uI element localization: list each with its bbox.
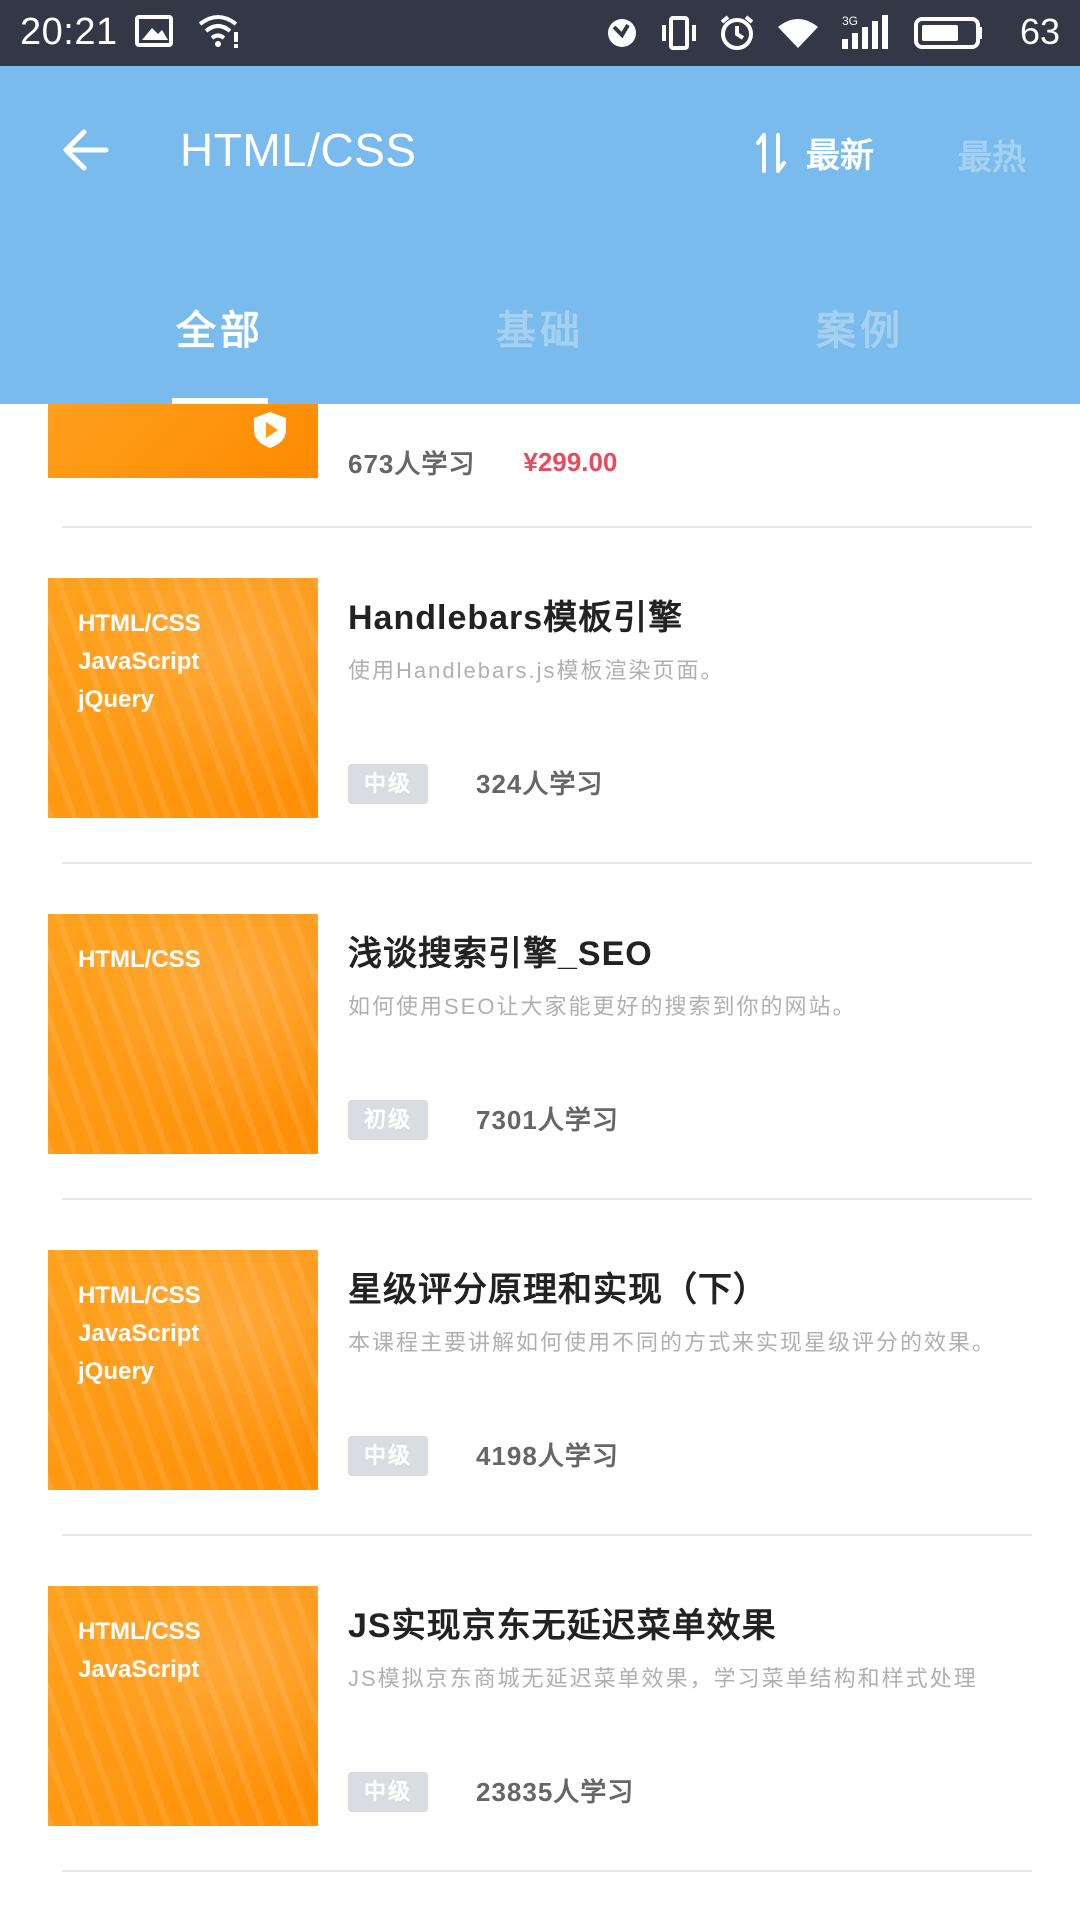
tab-bar: 全部 基础 案例 <box>0 276 1080 404</box>
thumbnail-tag: HTML/CSS <box>78 610 201 637</box>
course-thumbnail: HTML/CSS JavaScript jQuery <box>48 1250 318 1490</box>
course-title: 星级评分原理和实现（下） <box>348 1271 768 1309</box>
sort-newest-label: 最新 <box>806 137 874 175</box>
learner-count: 7301人学习 <box>476 1105 619 1135</box>
thumbnail-tags: HTML/CSS JavaScript <box>78 1616 201 1686</box>
course-description: 本课程主要讲解如何使用不同的方式来实现星级评分的效果。 <box>348 1330 997 1355</box>
course-row[interactable]: HTML/CSS JavaScript JS实现京东无延迟菜单效果 JS模拟京东… <box>0 1536 1080 1872</box>
thumbnail-tags: HTML/CSS JavaScript jQuery <box>78 1280 201 1388</box>
thumbnail-tag: jQuery <box>78 1358 155 1385</box>
vibrate-icon <box>660 15 698 56</box>
course-thumbnail <box>48 404 318 478</box>
course-description: 使用Handlebars.js模板渲染页面。 <box>348 658 725 683</box>
status-right-icons: 3G <box>604 14 984 57</box>
alarm-icon <box>718 14 756 57</box>
page-title: HTML/CSS <box>180 124 417 176</box>
tab-basics[interactable]: 基础 <box>420 298 660 356</box>
thumbnail-tag: HTML/CSS <box>78 1282 201 1309</box>
course-meta: 673人学习 ¥299.00 <box>348 444 617 481</box>
course-thumbnail: HTML/CSS JavaScript jQuery <box>48 578 318 818</box>
data-saver-icon <box>604 15 640 56</box>
back-button[interactable] <box>56 120 116 180</box>
learner-count: 324人学习 <box>476 769 604 799</box>
play-badge-icon <box>252 410 288 450</box>
course-row[interactable]: HTML/CSS 浅谈搜索引擎_SEO 如何使用SEO让大家能更好的搜索到你的网… <box>0 864 1080 1200</box>
sort-newest-button[interactable]: 最新 <box>754 128 874 177</box>
status-bar: 20:21 3G 63 <box>0 0 1080 66</box>
tab-all[interactable]: 全部 <box>100 298 340 356</box>
learner-count: 4198人学习 <box>476 1441 619 1471</box>
tab-cases[interactable]: 案例 <box>740 298 980 356</box>
course-thumbnail: HTML/CSS <box>48 914 318 1154</box>
sort-icon <box>756 132 786 173</box>
wifi-icon <box>776 16 820 55</box>
course-row[interactable]: HTML/CSS JavaScript jQuery 星级评分原理和实现（下） … <box>0 1200 1080 1536</box>
sort-hot-button[interactable]: 最热 <box>958 130 1026 179</box>
course-price: ¥299.00 <box>523 447 618 477</box>
thumbnail-tag: jQuery <box>78 686 155 713</box>
course-thumbnail: HTML/CSS JavaScript <box>48 1586 318 1826</box>
arrow-left-icon <box>63 129 109 171</box>
course-row-partial[interactable]: 673人学习 ¥299.00 <box>0 404 1080 528</box>
level-badge: 中级 <box>348 1772 428 1812</box>
thumbnail-tags: HTML/CSS <box>78 944 201 976</box>
status-left-icons <box>134 14 240 53</box>
level-badge: 初级 <box>348 1100 428 1140</box>
thumbnail-tags: HTML/CSS JavaScript jQuery <box>78 608 201 716</box>
wifi-question-icon <box>196 14 240 53</box>
battery-icon <box>914 16 984 55</box>
learner-count: 23835人学习 <box>476 1777 635 1807</box>
thumbnail-tag: HTML/CSS <box>78 1618 201 1645</box>
divider <box>62 1870 1032 1872</box>
course-list[interactable]: 673人学习 ¥299.00 HTML/CSS JavaScript jQuer… <box>0 404 1080 1920</box>
network-type: 3G <box>842 15 858 28</box>
level-badge: 中级 <box>348 764 428 804</box>
image-notification-icon <box>134 14 174 53</box>
battery-percent: 63 <box>1019 11 1060 52</box>
thumbnail-tag: JavaScript <box>78 1656 200 1683</box>
thumbnail-tag: HTML/CSS <box>78 946 201 973</box>
signal-icon: 3G <box>840 14 894 56</box>
thumbnail-tag: JavaScript <box>78 648 200 675</box>
status-time: 20:21 <box>20 11 118 53</box>
learner-count: 673人学习 <box>348 449 476 479</box>
course-description: JS模拟京东商城无延迟菜单效果，学习菜单结构和样式处理 <box>348 1666 978 1691</box>
app-header: HTML/CSS 最新 最热 全部 基础 案例 <box>0 66 1080 404</box>
course-row[interactable]: HTML/CSS JavaScript jQuery Handlebars模板引… <box>0 528 1080 864</box>
course-title: JS实现京东无延迟菜单效果 <box>348 1607 777 1645</box>
course-description: 如何使用SEO让大家能更好的搜索到你的网站。 <box>348 994 857 1019</box>
thumbnail-tag: JavaScript <box>78 1320 200 1347</box>
course-title: 浅谈搜索引擎_SEO <box>348 935 653 973</box>
level-badge: 中级 <box>348 1436 428 1476</box>
course-title: Handlebars模板引擎 <box>348 599 684 637</box>
